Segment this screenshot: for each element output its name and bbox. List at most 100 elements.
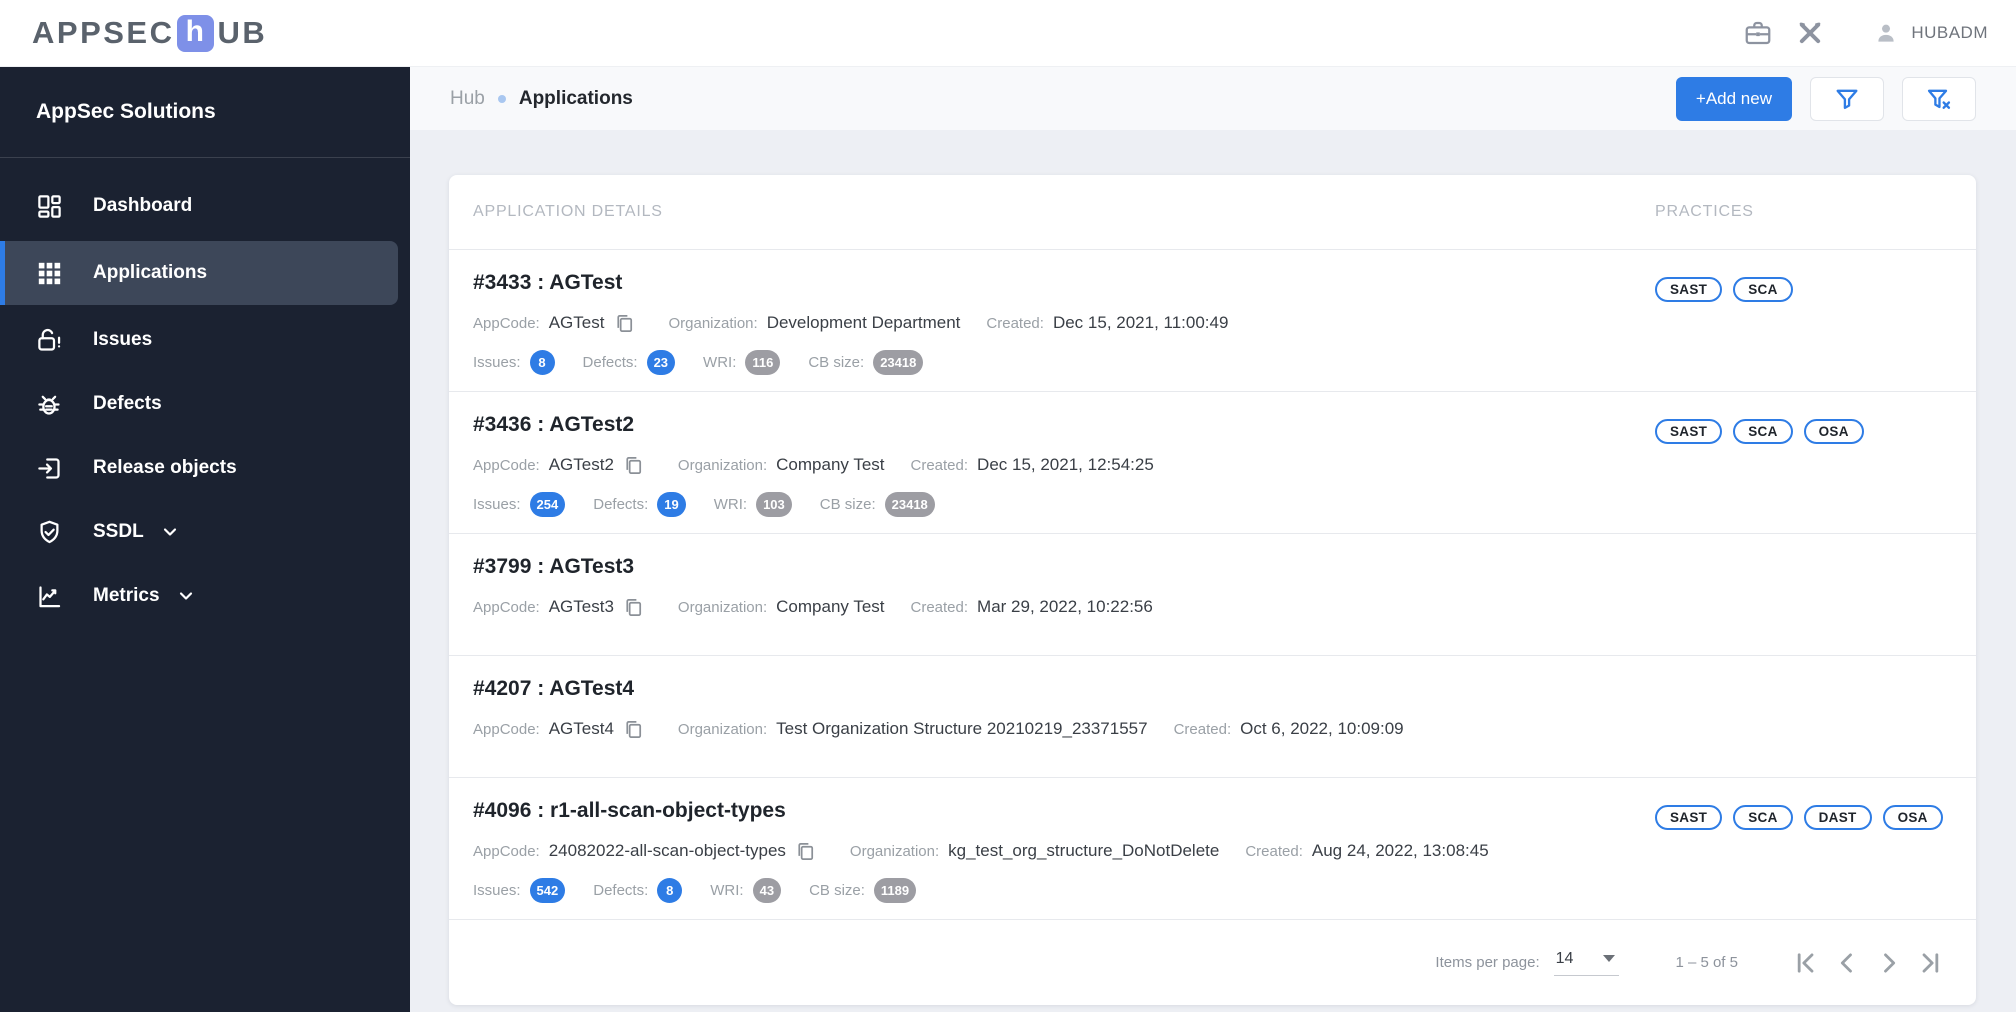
created-label: Created: — [1245, 842, 1303, 860]
sidebar-item-applications[interactable]: Applications — [0, 241, 398, 305]
application-title[interactable]: #4207 : AGTest4 — [473, 677, 1631, 701]
appcode-label: AppCode: — [473, 314, 540, 332]
lock-alert-icon — [36, 327, 63, 354]
sidebar-item-label: Release objects — [93, 457, 237, 478]
wri-badge: 103 — [756, 492, 792, 517]
sidebar-nav: Dashboard Applications Issues Defects Releas… — [0, 158, 410, 628]
practice-pill-sca[interactable]: SCA — [1733, 419, 1793, 444]
tools-icon[interactable] — [1795, 18, 1825, 48]
practice-pill-sca[interactable]: SCA — [1733, 277, 1793, 302]
filter-icon — [1836, 89, 1858, 109]
practice-pill-sca[interactable]: SCA — [1733, 805, 1793, 830]
defects-label: Defects: — [593, 882, 649, 899]
created-label: Created: — [910, 598, 969, 616]
organization-label: Organization: — [849, 842, 940, 860]
application-title[interactable]: #3799 : AGTest3 — [473, 555, 1631, 579]
stats-line: Issues: 8 Defects: 23 WRI: 116 CB size: … — [473, 350, 1631, 375]
practice-pill-osa[interactable]: OSA — [1803, 419, 1864, 444]
top-bar: APPSEC h UB HUBADM — [0, 0, 2016, 67]
bug-icon — [36, 391, 63, 418]
practice-pill-sast[interactable]: SAST — [1655, 805, 1723, 830]
items-per-page-select[interactable]: 14 — [1553, 950, 1620, 976]
copy-icon[interactable] — [794, 839, 818, 863]
appcode-label: AppCode: — [473, 598, 540, 616]
chevron-down-icon — [160, 522, 180, 542]
sidebar-item-label: Applications — [93, 262, 208, 283]
cb-size-badge: 1189 — [873, 878, 917, 903]
sidebar-item-label: SSDL — [93, 521, 144, 542]
organization-label: Organization: — [677, 456, 768, 474]
copy-icon[interactable] — [612, 311, 636, 335]
issues-label: Issues: — [473, 354, 521, 371]
created-label: Created: — [1173, 720, 1232, 738]
appcode-label: AppCode: — [473, 842, 540, 860]
defects-badge: 8 — [657, 878, 683, 903]
organization-value: Test Organization Structure 20210219_233… — [776, 719, 1148, 738]
breadcrumb-current: Applications — [518, 87, 633, 109]
issues-label: Issues: — [473, 882, 521, 899]
table-header: APPLICATION DETAILS PRACTICES — [449, 175, 1976, 250]
add-new-button[interactable]: +Add new — [1675, 76, 1792, 121]
sidebar-item-ssdl[interactable]: SSDL — [0, 500, 410, 564]
pagination-bar: Items per page: 14 1 – 5 of 5 — [449, 920, 1976, 1005]
sidebar-item-issues[interactable]: Issues — [0, 308, 410, 372]
practices-list: SAST SCA OSA — [1631, 409, 1976, 533]
appcode-value: AGTest — [548, 313, 605, 332]
organization-value: Company Test — [776, 597, 885, 616]
briefcase-icon[interactable] — [1743, 18, 1773, 48]
application-title[interactable]: #3436 : AGTest2 — [473, 413, 1631, 437]
filter-button[interactable] — [1810, 76, 1884, 121]
cb-size-badge: 23418 — [884, 492, 935, 517]
created-value: Mar 29, 2022, 10:22:56 — [977, 597, 1153, 616]
created-value: Oct 6, 2022, 10:09:09 — [1240, 719, 1404, 738]
prev-page-button[interactable] — [1826, 942, 1868, 984]
sidebar-item-release-objects[interactable]: Release objects — [0, 436, 410, 500]
items-per-page-label: Items per page: — [1435, 954, 1540, 971]
next-page-button[interactable] — [1868, 942, 1910, 984]
application-row[interactable]: #4096 : r1-all-scan-object-types AppCode… — [449, 778, 1976, 920]
filter-clear-button[interactable] — [1902, 76, 1976, 121]
practice-pill-dast[interactable]: DAST — [1803, 805, 1872, 830]
application-row[interactable]: #3433 : AGTest AppCode: AGTest Organizat… — [449, 250, 1976, 392]
username-label[interactable]: HUBADM — [1911, 23, 1988, 43]
issues-badge: 254 — [529, 492, 566, 517]
practices-list — [1631, 551, 1976, 655]
practice-pill-sast[interactable]: SAST — [1655, 277, 1723, 302]
copy-icon[interactable] — [622, 453, 646, 477]
wri-label: WRI: — [710, 882, 744, 899]
practice-pill-osa[interactable]: OSA — [1882, 805, 1943, 830]
sidebar-item-metrics[interactable]: Metrics — [0, 564, 410, 628]
application-row[interactable]: #3799 : AGTest3 AppCode: AGTest3 Organiz… — [449, 534, 1976, 656]
created-value: Dec 15, 2021, 11:00:49 — [1052, 313, 1229, 332]
application-title[interactable]: #4096 : r1-all-scan-object-types — [473, 799, 1631, 823]
application-row[interactable]: #4207 : AGTest4 AppCode: AGTest4 Organiz… — [449, 656, 1976, 778]
copy-icon[interactable] — [622, 595, 646, 619]
organization-label: Organization: — [668, 314, 758, 332]
breadcrumb-root[interactable]: Hub — [450, 88, 485, 110]
created-value: Dec 15, 2021, 12:54:25 — [977, 455, 1154, 474]
wri-badge: 43 — [752, 878, 782, 903]
sidebar-item-defects[interactable]: Defects — [0, 372, 410, 436]
cb-size-label: CB size: — [809, 882, 865, 899]
filter-clear-icon — [1927, 89, 1951, 109]
practices-list: SAST SCA — [1631, 267, 1976, 391]
line-chart-icon — [36, 583, 63, 610]
chevron-down-icon — [176, 586, 196, 606]
applications-card: APPLICATION DETAILS PRACTICES #3433 : AG… — [449, 175, 1976, 1005]
pagination-range: 1 – 5 of 5 — [1675, 954, 1738, 971]
user-icon[interactable] — [1871, 18, 1901, 48]
cb-size-badge: 23418 — [873, 350, 924, 375]
apps-grid-icon — [36, 260, 63, 287]
last-page-button[interactable] — [1910, 942, 1952, 984]
dashboard-icon — [36, 193, 63, 220]
app-logo: APPSEC h UB — [32, 14, 268, 52]
issues-badge: 8 — [529, 350, 555, 375]
first-page-button[interactable] — [1784, 942, 1826, 984]
sidebar-item-dashboard[interactable]: Dashboard — [0, 174, 410, 238]
application-title[interactable]: #3433 : AGTest — [473, 271, 1631, 295]
logo-text-right: UB — [217, 15, 268, 50]
copy-icon[interactable] — [622, 717, 646, 741]
application-row[interactable]: #3436 : AGTest2 AppCode: AGTest2 Organiz… — [449, 392, 1976, 534]
defects-label: Defects: — [593, 496, 649, 513]
practice-pill-sast[interactable]: SAST — [1655, 419, 1723, 444]
